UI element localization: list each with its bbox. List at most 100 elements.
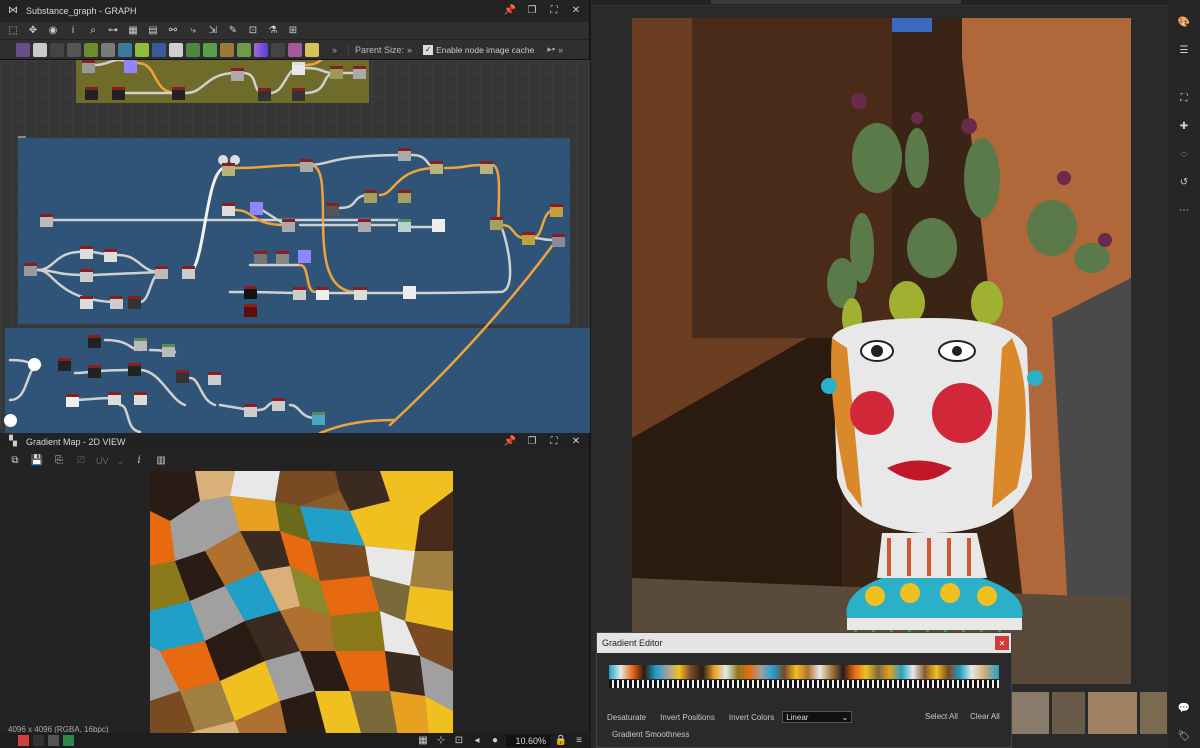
frame-select-icon[interactable]: ⬚ [6, 24, 20, 38]
invert-positions-button[interactable]: Invert Positions [660, 713, 715, 722]
graph-node[interactable] [354, 287, 367, 300]
zoom-reset-icon[interactable]: ● [488, 734, 502, 748]
rgb-swatch[interactable] [63, 735, 74, 746]
graph-node[interactable] [172, 87, 185, 100]
search-icon[interactable]: ⌕ [86, 24, 100, 38]
close-icon[interactable]: ✕ [569, 435, 583, 449]
graph-node[interactable] [24, 263, 37, 276]
image-node-icon[interactable] [16, 42, 30, 57]
transform-node-icon[interactable] [118, 42, 132, 57]
graph-node[interactable] [398, 148, 411, 161]
texture-preview[interactable] [150, 471, 453, 748]
graph-node[interactable] [124, 60, 137, 73]
chevron-down-icon[interactable]: ⌄ [117, 456, 125, 467]
curve-node-icon[interactable] [84, 42, 98, 57]
zoom-out-icon[interactable]: ◂ [470, 734, 484, 748]
shape-node-icon[interactable] [288, 42, 302, 57]
graph-node[interactable] [276, 251, 289, 264]
graph-node[interactable] [522, 232, 535, 245]
graph-node[interactable] [398, 190, 411, 203]
uniform-node-icon[interactable] [33, 42, 47, 57]
graph-node[interactable] [364, 190, 377, 203]
snap-icon[interactable]: ⇲ [206, 24, 220, 38]
close-icon[interactable]: ✕ [569, 4, 583, 18]
flask-icon[interactable]: ⚗ [266, 24, 280, 38]
more-icon[interactable]: » [332, 45, 337, 55]
graph-node[interactable] [82, 60, 95, 73]
grid-icon[interactable]: ▤ [146, 24, 160, 38]
blend-node-icon[interactable] [67, 42, 81, 57]
graph-node[interactable] [104, 249, 117, 262]
graph-node[interactable] [272, 398, 285, 411]
graph-node[interactable] [80, 246, 93, 259]
display-icon[interactable]: ⧉ [8, 454, 22, 468]
lock-icon[interactable]: 🔒 [554, 734, 568, 748]
graph-node[interactable] [312, 412, 325, 425]
graph-node[interactable] [85, 87, 98, 100]
graph-node[interactable] [298, 250, 311, 263]
graph-canvas[interactable] [0, 60, 590, 433]
cache-checkbox[interactable]: ✓ [423, 44, 434, 55]
histogram-icon[interactable]: ▥ [154, 454, 168, 468]
film-thumb[interactable] [1087, 692, 1138, 734]
graph-node[interactable] [134, 338, 147, 351]
graph-node[interactable] [254, 251, 267, 264]
normal-node-icon[interactable] [237, 42, 251, 57]
align-icon[interactable]: ⤷ [186, 24, 200, 38]
restore-icon[interactable]: ❐ [525, 435, 539, 449]
pattern-node-icon[interactable] [169, 42, 183, 57]
graph-node[interactable] [326, 203, 339, 216]
graph-node[interactable] [300, 159, 313, 172]
graph-node[interactable] [80, 269, 93, 282]
graph-node[interactable] [58, 358, 71, 371]
viewer-search[interactable] [711, 0, 961, 4]
warp-node-icon[interactable] [135, 42, 149, 57]
heal-icon[interactable]: ✚ [1177, 120, 1191, 134]
graph-node[interactable] [244, 286, 257, 299]
maximize-icon[interactable]: ⛶ [547, 4, 561, 18]
uv-dropdown[interactable]: UV [96, 456, 109, 466]
close-icon[interactable]: ✕ [995, 636, 1009, 650]
graph-node[interactable] [110, 296, 123, 309]
value-node-icon[interactable] [271, 42, 285, 57]
graph-node[interactable] [293, 287, 306, 300]
mask-icon[interactable]: ◌ [1177, 148, 1191, 162]
restore-icon[interactable]: ❐ [525, 4, 539, 18]
graph-node[interactable] [292, 62, 305, 75]
graph-node[interactable] [222, 163, 235, 176]
graph-node[interactable] [480, 161, 493, 174]
graph-node[interactable] [155, 266, 168, 279]
pivot-icon[interactable]: ⊹ [434, 734, 448, 748]
film-thumb[interactable] [1011, 692, 1050, 734]
gradient-node-icon[interactable] [203, 42, 217, 57]
wrench-icon[interactable]: ✎ [226, 24, 240, 38]
save-icon[interactable]: 💾 [30, 454, 44, 468]
grid-icon[interactable]: ▦ [416, 734, 430, 748]
levels-node-icon[interactable] [101, 42, 115, 57]
graph-node[interactable] [316, 287, 329, 300]
more-options-icon[interactable]: ⋯ [1177, 204, 1191, 218]
graph-node[interactable] [550, 204, 563, 217]
graph-node[interactable] [353, 66, 366, 79]
graph-node[interactable] [292, 88, 305, 101]
link-icon[interactable]: ⚯ [166, 24, 180, 38]
desaturate-button[interactable]: Desaturate [607, 713, 646, 722]
fill-node-icon[interactable] [186, 42, 200, 57]
graph-node[interactable] [182, 266, 195, 279]
info-icon[interactable]: i [66, 24, 80, 38]
graph-node[interactable] [28, 358, 41, 371]
menu-icon[interactable]: ≡ [572, 734, 586, 748]
graph-node[interactable] [88, 365, 101, 378]
graph-node[interactable] [258, 88, 271, 101]
graph-node[interactable] [403, 286, 416, 299]
tag-icon[interactable]: 🏷 [1177, 730, 1191, 744]
graph-node[interactable] [128, 296, 141, 309]
channel-swatch[interactable] [33, 735, 44, 746]
film-thumb[interactable] [1052, 692, 1085, 734]
channel-swatch[interactable] [48, 735, 59, 746]
hsl-node-icon[interactable] [254, 42, 268, 57]
palette-icon[interactable]: 🎨 [1177, 16, 1191, 30]
graph-node[interactable] [128, 363, 141, 376]
pin-icon[interactable]: 📌 [503, 4, 517, 18]
more-icon-2[interactable]: » [558, 45, 563, 55]
